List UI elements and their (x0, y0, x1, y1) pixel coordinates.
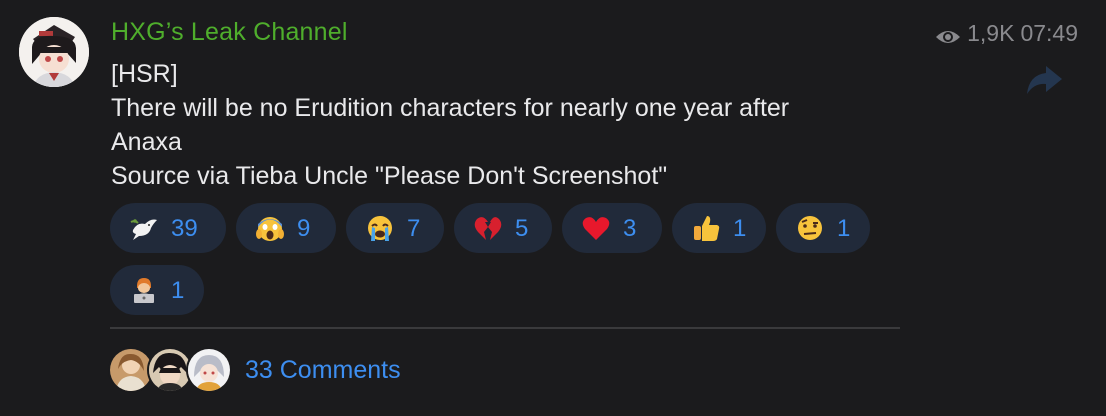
reaction-count: 39 (171, 215, 198, 242)
thumbs-up-icon (694, 216, 720, 241)
reaction-broken-heart[interactable]: 5 (454, 203, 552, 253)
reaction-count: 1 (171, 277, 185, 304)
reaction-count: 1 (837, 215, 851, 242)
reaction-count: 5 (515, 215, 529, 242)
divider (110, 327, 900, 329)
view-count: 1,9K (967, 20, 1015, 46)
message-line: [HSR] (111, 60, 178, 88)
message-line: Source via Tieba Uncle "Please Don't Scr… (111, 162, 668, 190)
commenter-avatars (108, 347, 232, 393)
channel-name[interactable]: HXG’s Leak Channel (111, 18, 348, 47)
share-button[interactable] (1024, 62, 1064, 98)
channel-avatar[interactable] (19, 17, 89, 87)
eye-icon (935, 25, 961, 43)
reaction-crying[interactable]: 7 (346, 203, 444, 253)
broken-heart-icon (474, 217, 502, 240)
red-heart-icon (582, 217, 610, 240)
channel-post: HXG’s Leak Channel 1,9K 07:49 [HSR] Ther… (0, 0, 1106, 416)
comments-count-label: 33 Comments (245, 355, 401, 384)
reaction-count: 7 (407, 215, 421, 242)
reaction-count: 3 (623, 215, 637, 242)
reaction-count: 1 (733, 215, 747, 242)
message-line: There will be no Erudition characters fo… (111, 94, 790, 122)
screaming-face-icon (256, 217, 284, 241)
commenter-avatar (186, 347, 232, 393)
dove-icon (130, 219, 157, 240)
reaction-screaming[interactable]: 9 (236, 203, 336, 253)
comments-link[interactable]: 33 Comments (108, 347, 401, 393)
message-line: Anaxa (111, 128, 182, 156)
post-time: 07:49 (1020, 20, 1078, 46)
reaction-technologist[interactable]: 1 (110, 265, 204, 315)
share-arrow-icon (1027, 66, 1062, 94)
raised-eyebrow-face-icon (798, 216, 822, 240)
reaction-dove[interactable]: 39 (110, 203, 226, 253)
message-text: [HSR] There will be no Erudition charact… (111, 57, 911, 193)
reaction-heart[interactable]: 3 (562, 203, 662, 253)
technologist-icon (134, 278, 154, 303)
crying-face-icon (368, 216, 392, 241)
reaction-thumbs-up[interactable]: 1 (672, 203, 766, 253)
reaction-count: 9 (297, 215, 311, 242)
post-meta: 1,9K 07:49 (935, 20, 1078, 47)
reaction-raised-eyebrow[interactable]: 1 (776, 203, 870, 253)
